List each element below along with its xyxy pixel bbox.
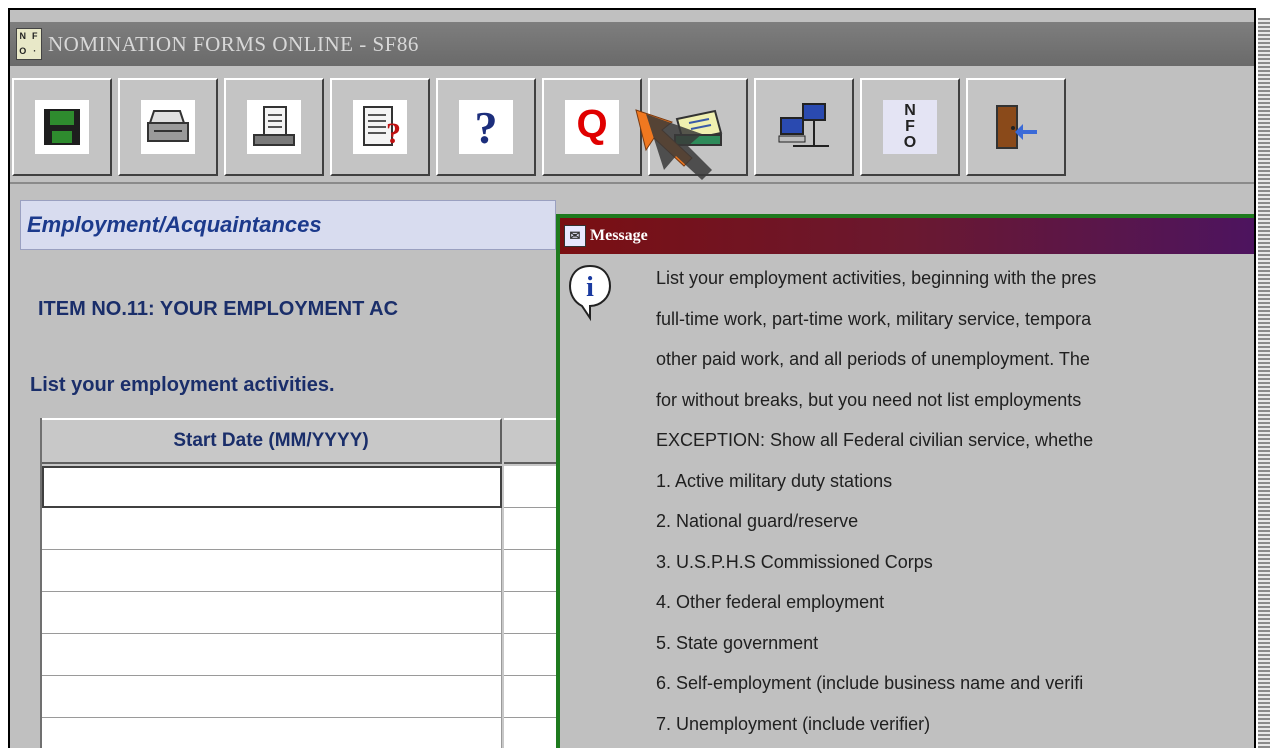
q-icon: Q <box>565 100 619 154</box>
app-icon-glyph: F <box>32 31 38 41</box>
network-computers-icon <box>777 100 831 154</box>
item-label: ITEM NO.11: YOUR EMPLOYMENT AC <box>38 298 399 320</box>
message-line: full-time work, part-time work, military… <box>656 308 1092 329</box>
table-cell-start-date[interactable] <box>42 592 502 634</box>
nfo-letter: F <box>905 118 915 135</box>
table-cell-start-date[interactable] <box>42 466 502 508</box>
message-line: 6. Self-employment (include business nam… <box>656 673 1084 693</box>
floppy-disk-icon <box>35 100 89 154</box>
table-cell-start-date[interactable] <box>42 508 502 550</box>
title-bar: N F O · NOMINATION FORMS ONLINE - SF86 <box>10 22 1254 66</box>
nfo-logo-icon: N F O <box>883 100 937 154</box>
app-icon-glyph: N <box>19 31 27 41</box>
nfo-button[interactable]: N F O <box>860 78 960 176</box>
table-cell-start-date[interactable] <box>42 676 502 718</box>
message-line: 4. Other federal employment <box>656 592 885 612</box>
svg-text:?: ? <box>386 117 401 149</box>
message-line: 7. Unemployment (include verifier) <box>656 713 931 734</box>
column-header-start-date[interactable]: Start Date (MM/YYYY) <box>42 418 502 464</box>
dialog-app-icon: ✉ <box>564 225 586 247</box>
form-help-button[interactable]: ? <box>330 78 430 176</box>
q-button[interactable]: Q <box>542 78 642 176</box>
window-title: NOMINATION FORMS ONLINE - SF86 <box>48 31 419 56</box>
nfo-app-icon: N F O · <box>16 28 42 60</box>
message-line: 1. Active military duty stations <box>656 470 893 491</box>
dialog-title: Message <box>590 227 648 244</box>
printer-icon <box>141 100 195 154</box>
message-line: List your employment activities, beginni… <box>656 268 1097 288</box>
nfo-letter: N <box>904 102 916 119</box>
document-preview-icon <box>247 100 301 154</box>
message-line: for without breaks, but you need not lis… <box>656 389 1082 410</box>
info-icon: i <box>566 262 614 324</box>
preview-button[interactable] <box>224 78 324 176</box>
app-icon-glyph: O <box>19 46 27 56</box>
section-header: Employment/Acquaintances <box>20 200 556 250</box>
table-cell-start-date[interactable] <box>42 634 502 676</box>
employment-table: Start Date (MM/YYYY) <box>40 418 584 748</box>
nfo-letter: O <box>903 134 917 151</box>
table-cell-start-date[interactable] <box>42 718 502 748</box>
svg-text:i: i <box>586 272 594 303</box>
mouse-cursor-icon <box>635 109 712 180</box>
message-line: 5. State government <box>656 632 819 653</box>
message-line: 3. U.S.P.H.S Commissioned Corps <box>656 551 933 572</box>
q-glyph: Q <box>576 101 608 146</box>
dialog-title-bar[interactable]: ✉ Message <box>560 218 1254 254</box>
question-mark-icon: ? <box>459 100 513 154</box>
question-mark-glyph: ? <box>474 101 498 153</box>
scrollbar[interactable] <box>1258 18 1270 748</box>
network-button[interactable] <box>754 78 854 176</box>
message-line: EXCEPTION: Show all Federal civilian ser… <box>656 430 1094 450</box>
exit-door-icon <box>989 100 1043 154</box>
message-text: List your employment activities, beginni… <box>656 258 1254 744</box>
instruction-label: List your employment activities. <box>30 374 335 396</box>
exit-button[interactable] <box>966 78 1066 176</box>
message-line: other paid work, and all periods of unem… <box>656 349 1090 369</box>
help-button[interactable]: ? <box>436 78 536 176</box>
message-line: 2. National guard/reserve <box>656 511 859 531</box>
form-panel: Employment/Acquaintances ITEM NO.11: YOU… <box>10 186 1254 748</box>
save-button[interactable] <box>12 78 112 176</box>
table-cell-start-date[interactable] <box>42 550 502 592</box>
print-button[interactable] <box>118 78 218 176</box>
document-question-icon: ? <box>353 100 407 154</box>
message-dialog: ✉ Message i List your employment activit… <box>556 214 1254 748</box>
app-icon-glyph: · <box>33 46 37 56</box>
